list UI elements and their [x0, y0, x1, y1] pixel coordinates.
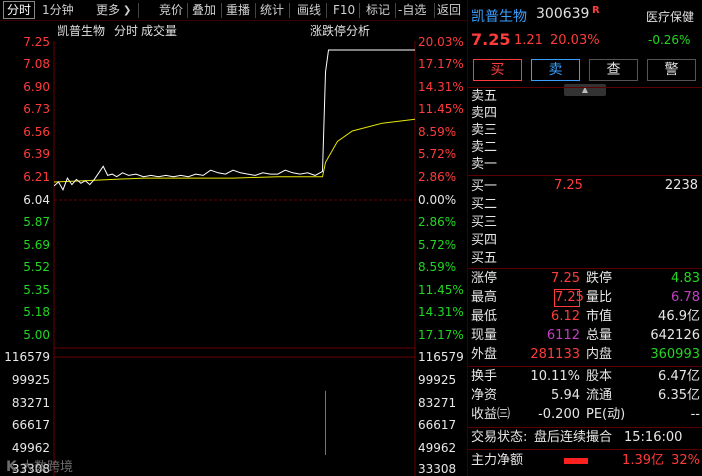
limit-up-value: 7.25	[551, 271, 580, 286]
trading-status-value: 盘后连续撮合	[534, 430, 613, 445]
sector-name[interactable]: 医疗保健	[646, 8, 694, 25]
avg-price-line	[54, 118, 415, 183]
inner-disc-value: 360993	[650, 347, 700, 362]
eps-label: 收益㈢	[471, 407, 511, 422]
trading-status-label: 交易状态:	[471, 430, 528, 445]
limit-down-label: 跌停	[586, 271, 613, 286]
alert-button[interactable]: 警	[647, 59, 696, 81]
separator	[221, 3, 222, 18]
f10-button[interactable]: F10	[333, 1, 355, 20]
more-menu[interactable]: 更多	[96, 1, 120, 20]
last-price: 7.25	[471, 30, 511, 49]
bid-5-label: 买五	[471, 251, 498, 266]
chevron-right-icon: ❯	[123, 5, 132, 16]
replay-button[interactable]: 重播	[226, 1, 250, 20]
eps-value: -0.200	[538, 407, 580, 422]
buy-button[interactable]: 买	[473, 59, 522, 81]
separator	[255, 3, 256, 18]
low-label: 最低	[471, 309, 498, 324]
price-change: 1.21	[514, 33, 543, 48]
net-flow-pct: 32%	[671, 453, 700, 468]
share-capital-label: 股本	[586, 369, 613, 384]
back-button[interactable]: 返回	[437, 1, 461, 20]
bid-1-volume: 2238	[664, 178, 698, 193]
net-flow-bar	[564, 458, 588, 464]
net-assets-label: 净资	[471, 388, 498, 403]
volume-ratio-value: 6.78	[671, 290, 700, 305]
bid-1-label: 买一	[471, 179, 498, 194]
bid-3-label: 买三	[471, 215, 498, 230]
turnover-value: 10.11%	[530, 369, 580, 384]
ask-4-label: 卖四	[471, 106, 498, 121]
volume-ratio-label: 量比	[586, 290, 613, 305]
price-line	[54, 49, 415, 191]
volume-plot	[324, 390, 326, 455]
watermark-text: 大数跨境	[21, 460, 74, 475]
turnover-label: 换手	[471, 369, 498, 384]
stock-name: 凯普生物	[471, 9, 527, 25]
mark-button[interactable]: 标记	[366, 1, 390, 20]
high-value: 7.25	[554, 289, 584, 307]
ask-3-label: 卖三	[471, 123, 498, 138]
high-label: 最高	[471, 290, 498, 305]
auction-button[interactable]: 竞价	[159, 1, 183, 20]
low-value: 6.12	[551, 309, 580, 324]
chart-toolbar: 分时 1分钟 更多 ❯ 竞价 叠加 重播 统计 画线 F10 标记 -自选 返回	[0, 0, 467, 21]
tab-timeshare[interactable]: 分时	[3, 1, 36, 19]
trading-status-time: 15:16:00	[624, 430, 683, 445]
watermark: K 大数跨境	[6, 456, 73, 475]
pe-value: --	[690, 407, 700, 422]
quote-panel: 凯普生物 300639 R 医疗保健 -0.26% 7.25 1.21 20.0…	[467, 0, 702, 476]
separator	[187, 3, 188, 18]
ask-5-label: 卖五	[471, 89, 498, 104]
outer-disc-label: 外盘	[471, 347, 498, 362]
total-volume-value: 642126	[650, 328, 700, 343]
separator	[289, 3, 290, 18]
tab-1min[interactable]: 1分钟	[42, 1, 74, 20]
market-cap-label: 市值	[586, 309, 613, 324]
float-label: 流通	[586, 388, 613, 403]
separator	[395, 3, 396, 18]
bid-4-label: 买四	[471, 233, 498, 248]
query-button[interactable]: 查	[589, 59, 638, 81]
price-change-pct: 20.03%	[550, 33, 600, 48]
current-volume-value: 6112	[546, 328, 580, 343]
chevron-up-icon[interactable]: ▲	[564, 84, 606, 96]
separator	[359, 3, 360, 18]
stock-code: 300639	[536, 6, 590, 22]
limit-up-label: 涨停	[471, 271, 498, 286]
ask-2-label: 卖二	[471, 140, 498, 155]
net-flow-label: 主力净额	[471, 453, 524, 468]
pe-label: PE(动)	[586, 407, 626, 422]
draw-line-button[interactable]: 画线	[297, 1, 321, 20]
separator	[326, 3, 327, 18]
watermark-logo: K	[6, 459, 17, 475]
bid-2-label: 买二	[471, 197, 498, 212]
price-plot	[54, 49, 415, 191]
net-assets-value: 5.94	[551, 388, 580, 403]
float-value: 6.35亿	[658, 388, 700, 403]
sector-change: -0.26%	[648, 33, 691, 47]
limit-down-value: 4.83	[671, 271, 700, 286]
share-capital-value: 6.47亿	[658, 369, 700, 384]
separator	[434, 3, 435, 18]
intraday-chart[interactable]: 凯普生物 分时 成交量 涨跌停分析 7.25 7.08 6.90 6.73 6.…	[0, 21, 467, 476]
bid-1-price: 7.25	[554, 178, 583, 193]
sell-button[interactable]: 卖	[531, 59, 580, 81]
stats-button[interactable]: 统计	[260, 1, 284, 20]
outer-disc-value: 281133	[530, 347, 580, 362]
current-volume-label: 现量	[471, 328, 498, 343]
add-watchlist-button[interactable]: -自选	[398, 1, 426, 20]
r-badge: R	[592, 5, 600, 16]
ask-1-label: 卖一	[471, 157, 498, 172]
net-flow-value: 1.39亿	[622, 453, 664, 468]
total-volume-label: 总量	[586, 328, 613, 343]
overlay-button[interactable]: 叠加	[192, 1, 216, 20]
inner-disc-label: 内盘	[586, 347, 613, 362]
separator	[138, 3, 139, 18]
market-cap-value: 46.9亿	[658, 309, 700, 324]
